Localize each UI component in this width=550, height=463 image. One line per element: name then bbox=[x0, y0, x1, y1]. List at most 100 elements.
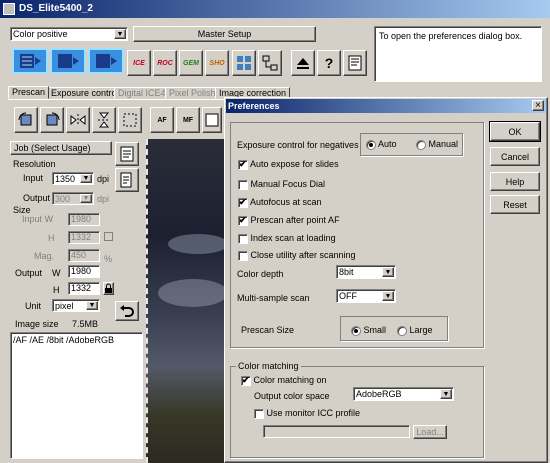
radio-icon bbox=[351, 325, 361, 336]
layout-button[interactable] bbox=[232, 50, 256, 76]
prescan-small-label: Small bbox=[363, 325, 387, 335]
unit-value: pixel bbox=[55, 301, 74, 311]
grid-icon bbox=[237, 56, 251, 70]
manual-focus-dial-label: Manual Focus Dial bbox=[250, 179, 326, 189]
mag-field[interactable]: 450 bbox=[68, 249, 100, 262]
input-w-field[interactable]: 1980 bbox=[68, 213, 100, 226]
sho-button[interactable]: SHO bbox=[205, 50, 229, 76]
tab-prescan[interactable]: Prescan bbox=[8, 86, 50, 99]
output-res-label: Output bbox=[23, 193, 51, 203]
chevron-down-icon: ▼ bbox=[382, 291, 394, 301]
manual-focus-dial-checkbox[interactable]: Manual Focus Dial bbox=[238, 178, 325, 190]
rotate-left-button[interactable] bbox=[14, 107, 38, 133]
flip-vertical-button[interactable] bbox=[92, 107, 116, 133]
input-res-value: 1350 bbox=[55, 174, 76, 184]
input-h-field[interactable]: 1332 bbox=[68, 231, 100, 244]
flip-horizontal-button[interactable] bbox=[66, 107, 90, 133]
lock-toggle-button[interactable] bbox=[103, 282, 114, 295]
monitor-icc-checkbox[interactable]: Use monitor ICC profile bbox=[254, 407, 360, 419]
gem-button[interactable]: GEM bbox=[179, 50, 203, 76]
exposure-auto-radio[interactable]: Auto bbox=[366, 138, 397, 150]
multisample-dropdown[interactable]: OFF ▼ bbox=[336, 289, 396, 303]
output-w-label: W bbox=[52, 268, 61, 278]
color-depth-dropdown[interactable]: 8bit ▼ bbox=[336, 265, 396, 279]
output-h-value: 1332 bbox=[71, 283, 92, 293]
prescan-after-af-checkbox[interactable]: Prescan after point AF bbox=[238, 214, 340, 226]
job-save-button[interactable] bbox=[115, 168, 139, 192]
load-button[interactable]: Load... bbox=[413, 425, 447, 439]
output-res-dropdown[interactable]: 300 ▼ bbox=[52, 192, 94, 205]
chevron-down-icon: ▼ bbox=[86, 301, 98, 310]
cloud-shape bbox=[168, 234, 228, 254]
info-text: To open the preferences dialog box. bbox=[379, 31, 523, 41]
af-icon: AF bbox=[157, 116, 167, 124]
rotate-right-button[interactable] bbox=[40, 107, 64, 133]
tab-exposure-control[interactable]: Exposure control bbox=[47, 87, 123, 99]
help-button[interactable]: ? bbox=[317, 50, 341, 76]
tab-pixel-polish[interactable]: Pixel Polish bbox=[165, 87, 220, 99]
input-w-label: Input W bbox=[22, 214, 54, 224]
output-h-label: H bbox=[53, 285, 60, 295]
cancel-button[interactable]: Cancel bbox=[490, 147, 540, 166]
job-settings-button[interactable] bbox=[115, 142, 139, 166]
prescan-large-radio[interactable]: Large bbox=[397, 324, 433, 336]
auto-expose-slides-label: Auto expose for slides bbox=[250, 159, 339, 169]
unit-label: Unit bbox=[25, 301, 42, 311]
network-button[interactable] bbox=[258, 50, 282, 76]
ok-button[interactable]: OK bbox=[489, 121, 541, 142]
crop-button[interactable] bbox=[118, 107, 142, 133]
scan-button[interactable] bbox=[50, 48, 86, 74]
prescan-button[interactable] bbox=[12, 48, 48, 74]
mf-button[interactable]: MF bbox=[176, 107, 200, 133]
prescan-small-radio[interactable]: Small bbox=[351, 324, 386, 336]
mode-select[interactable]: Color positive ▼ bbox=[10, 27, 128, 41]
index-scan-checkbox[interactable]: Index scan at loading bbox=[238, 232, 336, 244]
master-setup-button[interactable]: Master Setup bbox=[133, 26, 316, 42]
close-utility-checkbox[interactable]: Close utility after scanning bbox=[238, 249, 356, 261]
color-depth-label: Color depth bbox=[237, 269, 284, 279]
job-select-label: Job (Select Usage) bbox=[14, 143, 91, 153]
input-res-dropdown[interactable]: 1350 ▼ bbox=[52, 172, 94, 185]
af-button[interactable]: AF bbox=[150, 107, 174, 133]
icc-profile-path-field[interactable] bbox=[263, 425, 410, 438]
multisample-label: Multi-sample scan bbox=[237, 293, 310, 303]
eject-button[interactable] bbox=[291, 50, 315, 76]
eject-icon bbox=[297, 58, 309, 69]
ice-icon: ICE bbox=[133, 59, 145, 67]
image-size-value: 7.5MB bbox=[72, 319, 99, 329]
prescan-icon bbox=[20, 54, 41, 68]
help-dialog-button[interactable]: Help bbox=[490, 172, 540, 191]
mag-value: 450 bbox=[71, 250, 87, 260]
zoom-button[interactable] bbox=[202, 107, 222, 133]
exposure-manual-radio[interactable]: Manual bbox=[416, 138, 458, 150]
resolution-heading: Resolution bbox=[13, 159, 56, 169]
batch-scan-button[interactable] bbox=[88, 48, 124, 74]
auto-expose-slides-checkbox[interactable]: Auto expose for slides bbox=[238, 158, 339, 170]
color-depth-value: 8bit bbox=[339, 267, 354, 277]
output-color-space-dropdown[interactable]: AdobeRGB ▼ bbox=[353, 387, 454, 401]
undo-button[interactable] bbox=[115, 301, 139, 321]
tab-exposure-control-label: Exposure control bbox=[51, 88, 119, 98]
output-res-value: 300 bbox=[55, 194, 71, 204]
prescan-large-label: Large bbox=[409, 325, 433, 335]
autofocus-at-scan-checkbox[interactable]: Autofocus at scan bbox=[238, 196, 322, 208]
batch-scan-icon bbox=[96, 54, 117, 68]
checkbox-icon bbox=[238, 214, 248, 226]
dialog-close-button[interactable]: × bbox=[532, 100, 544, 111]
rotate-right-icon bbox=[46, 112, 60, 126]
output-w-field[interactable]: 1980 bbox=[68, 265, 100, 278]
checkbox-icon bbox=[238, 196, 248, 208]
output-h-field[interactable]: 1332 bbox=[68, 282, 100, 295]
chevron-down-icon: ▼ bbox=[382, 267, 394, 277]
undo-icon bbox=[120, 305, 134, 317]
tab-digital-ice4[interactable]: Digital ICE4 bbox=[114, 87, 170, 99]
roc-button[interactable]: ROC bbox=[153, 50, 177, 76]
unit-dropdown[interactable]: pixel ▼ bbox=[52, 299, 100, 312]
preferences-button[interactable] bbox=[343, 50, 367, 76]
scan-icon bbox=[58, 54, 79, 68]
reset-button[interactable]: Reset bbox=[490, 195, 540, 214]
job-select-button[interactable]: Job (Select Usage) bbox=[10, 141, 112, 155]
status-box: /AF /AE /8bit /AdobeRGB bbox=[10, 332, 143, 459]
color-matching-on-checkbox[interactable]: Color matching on bbox=[241, 374, 327, 386]
ice-button[interactable]: ICE bbox=[127, 50, 151, 76]
